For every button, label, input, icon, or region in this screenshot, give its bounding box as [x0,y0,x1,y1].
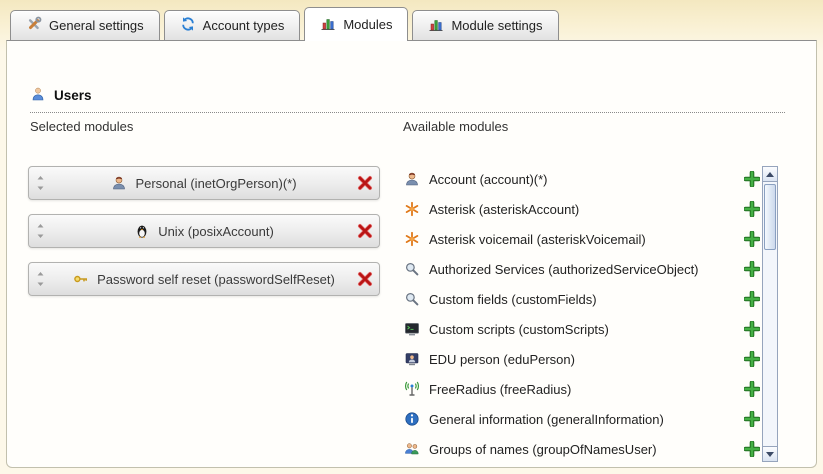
scroll-down-button[interactable] [763,446,777,461]
available-module-label: Custom fields (customFields) [429,292,597,307]
add-icon[interactable] [744,351,760,367]
tab-module-settings[interactable]: Module settings [412,10,558,40]
info-icon [404,411,420,427]
chart-icon [320,15,336,34]
available-module-label: Custom scripts (customScripts) [429,322,609,337]
available-module-label: Authorized Services (authorizedServiceOb… [429,262,699,277]
drag-handle-icon[interactable] [36,271,45,287]
tab-account-types[interactable]: Account types [164,10,301,40]
add-icon[interactable] [744,411,760,427]
add-icon[interactable] [744,291,760,307]
drag-handle-icon[interactable] [36,223,45,239]
available-module-label: Asterisk (asteriskAccount) [429,202,579,217]
group-icon [404,441,420,457]
available-module-custom-scripts: Custom scripts (customScripts) [404,314,760,344]
add-icon[interactable] [744,231,760,247]
asterisk-icon [404,231,420,247]
delete-icon[interactable] [357,271,373,287]
available-module-label: EDU person (eduPerson) [429,352,575,367]
tab-label: General settings [49,18,144,33]
selected-module-label: Unix (posixAccount) [158,224,274,239]
available-module-label: Groups of names (groupOfNamesUser) [429,442,657,457]
available-module-general-information: General information (generalInformation) [404,404,760,434]
magnifier-icon [404,261,420,277]
tab-label: Account types [203,18,285,33]
asterisk-icon [404,201,420,217]
sync-icon [180,16,196,35]
magnifier-icon [404,291,420,307]
key-icon [73,271,89,287]
available-modules-heading: Available modules [403,119,508,134]
chart-icon [428,16,444,35]
selected-module-label: Password self reset (passwordSelfReset) [97,272,335,287]
selected-modules-heading: Selected modules [30,119,133,134]
tab-label: Modules [343,17,392,32]
add-icon[interactable] [744,321,760,337]
person-icon [111,175,127,191]
delete-icon[interactable] [357,175,373,191]
terminal-icon [404,321,420,337]
selected-module-personal: Personal (inetOrgPerson)(*) [28,166,380,200]
antenna-icon [404,381,420,397]
section-title: Users [54,88,92,103]
add-icon[interactable] [744,171,760,187]
person-icon [404,171,420,187]
user-icon [30,86,46,105]
arrow-down-icon [766,452,774,457]
arrow-up-icon [766,172,774,177]
available-module-groups-of-names: Groups of names (groupOfNamesUser) [404,434,760,464]
available-module-asterisk-voicemail: Asterisk voicemail (asteriskVoicemail) [404,224,760,254]
available-module-edu-person: EDU person (eduPerson) [404,344,760,374]
add-icon[interactable] [744,261,760,277]
available-modules-list: Account (account)(*) Asterisk (asteriskA… [404,164,760,464]
add-icon[interactable] [744,201,760,217]
selected-module-password-self-reset: Password self reset (passwordSelfReset) [28,262,380,296]
available-module-custom-fields: Custom fields (customFields) [404,284,760,314]
delete-icon[interactable] [357,223,373,239]
add-icon[interactable] [744,441,760,457]
tab-modules[interactable]: Modules [304,7,408,41]
users-section-header: Users [30,86,785,113]
penguin-icon [134,223,150,239]
available-module-asterisk: Asterisk (asteriskAccount) [404,194,760,224]
selected-module-unix: Unix (posixAccount) [28,214,380,248]
available-module-label: General information (generalInformation) [429,412,664,427]
drag-handle-icon[interactable] [36,175,45,191]
tools-icon [26,16,42,35]
tab-bar: General settings Account types Modules [10,7,559,40]
selected-modules-list: Personal (inetOrgPerson)(*) [28,166,380,310]
available-modules-scrollbar[interactable] [762,166,778,462]
available-module-authorized-services: Authorized Services (authorizedServiceOb… [404,254,760,284]
available-module-label: Asterisk voicemail (asteriskVoicemail) [429,232,646,247]
add-icon[interactable] [744,381,760,397]
selected-module-label: Personal (inetOrgPerson)(*) [135,176,296,191]
edu-person-icon [404,351,420,367]
available-module-account: Account (account)(*) [404,164,760,194]
scrollbar-thumb[interactable] [764,184,776,250]
available-module-freeradius: FreeRadius (freeRadius) [404,374,760,404]
scroll-up-button[interactable] [763,167,777,182]
tab-label: Module settings [451,18,542,33]
available-module-label: Account (account)(*) [429,172,548,187]
available-module-label: FreeRadius (freeRadius) [429,382,571,397]
tab-general-settings[interactable]: General settings [10,10,160,40]
